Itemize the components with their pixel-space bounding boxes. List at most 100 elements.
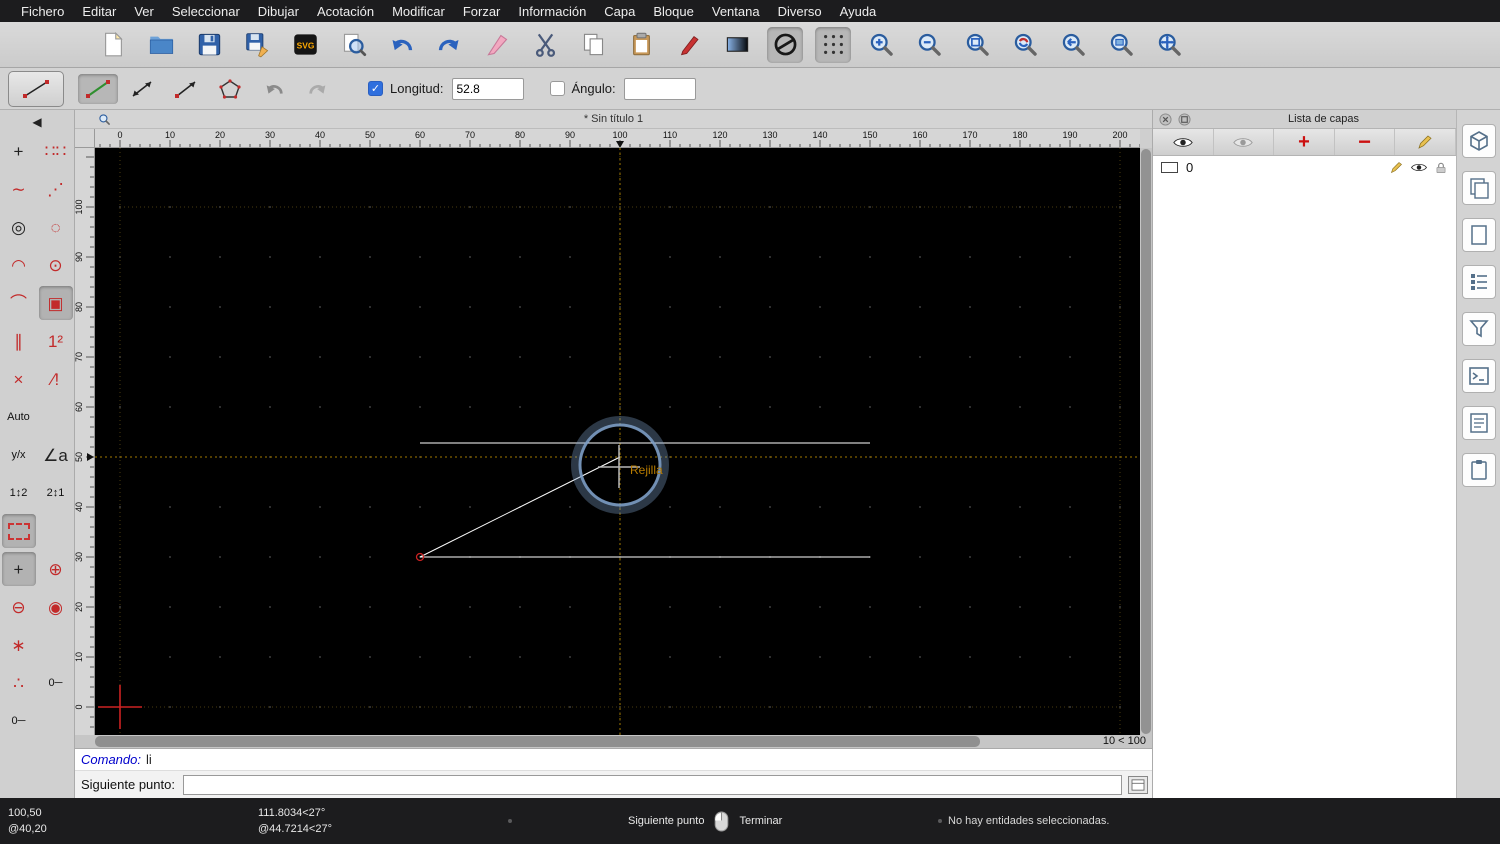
palette-collapse-button[interactable]: ◀ [0,110,74,134]
zoom-out-button[interactable] [911,27,947,63]
draw-arc-3p-button[interactable]: ◠ [2,248,36,282]
print-preview-button[interactable] [335,27,371,63]
draw-arc-tangent-button[interactable]: ⌒ [2,286,36,320]
modify-divide-button[interactable]: ∕! [39,362,73,396]
drawing-canvas[interactable]: Rejilla [95,148,1140,735]
menu-ventana[interactable]: Ventana [703,4,769,19]
add-layer-button[interactable]: + [1274,129,1335,155]
undo-segment-button[interactable] [254,74,294,104]
zoom-auto-button[interactable] [959,27,995,63]
command-input[interactable] [182,774,1122,795]
snap-endpoint-button[interactable]: ⊕ [39,552,73,586]
length-checkbox[interactable]: ✓ [368,81,383,96]
block-list-panel-button[interactable] [1461,124,1496,158]
draw-polyline-points-button[interactable]: ⋰ [39,172,73,206]
horizontal-scrollbar[interactable] [95,735,1085,748]
draw-point-grid-button[interactable]: ∷∷ [39,134,73,168]
layer-flag-checkbox[interactable] [1161,162,1178,173]
vertical-scrollbar[interactable] [1140,148,1152,735]
library-browser-panel-button[interactable] [1461,265,1496,299]
zoom-in-button[interactable] [863,27,899,63]
save-as-button[interactable] [239,27,275,63]
menu-información[interactable]: Información [509,4,595,19]
draw-point-button[interactable]: + [2,134,36,168]
snap-auto-button[interactable]: Auto [2,400,36,434]
document-panel-button[interactable] [1461,218,1496,252]
menu-forzar[interactable]: Forzar [454,4,510,19]
snap-center-button[interactable]: ◉ [39,590,73,624]
copy-button[interactable] [575,27,611,63]
redo-button[interactable] [431,27,467,63]
menu-seleccionar[interactable]: Seleccionar [163,4,249,19]
menu-ayuda[interactable]: Ayuda [831,4,886,19]
draw-hatch-button[interactable]: ∥ [2,324,36,358]
snap-distance-button[interactable]: ∴ [2,666,36,700]
zoom-window-button[interactable] [1103,27,1139,63]
selection-window-button[interactable] [1,514,36,548]
clipboard-panel-button[interactable] [1461,453,1496,487]
cut-button[interactable] [527,27,563,63]
redo-segment-button[interactable] [298,74,338,104]
new-file-button[interactable] [95,27,131,63]
coord-polar-button[interactable]: ∠a [39,438,73,472]
remove-layer-button[interactable]: − [1335,129,1396,155]
snap-on-entity-button[interactable]: ⊖ [2,590,36,624]
draft-mode-toggle[interactable] [767,26,803,63]
entity-attributes-button[interactable] [719,27,755,63]
horizontal-scroll-thumb[interactable] [95,736,980,747]
menu-diverso[interactable]: Diverso [769,4,831,19]
snap-grid-button[interactable]: + [1,552,36,586]
layer-list-panel-button[interactable] [1461,171,1496,205]
menu-bloque[interactable]: Bloque [644,4,702,19]
menu-capa[interactable]: Capa [595,4,644,19]
filter-panel-button[interactable] [1461,312,1496,346]
svg-export-button[interactable]: SVG [287,27,323,63]
grid-toggle[interactable] [815,26,851,63]
priority-2-1-button[interactable]: 2↕1 [39,476,73,510]
hide-all-layers-button[interactable] [1214,129,1275,155]
close-panel-button[interactable] [1159,112,1172,126]
layer-row[interactable]: 0 [1153,156,1456,179]
draw-spline-button[interactable]: ∼ [2,172,36,206]
command-dock-toggle-button[interactable] [1128,775,1148,794]
zoom-previous-button[interactable] [1055,27,1091,63]
length-input[interactable] [451,77,524,100]
edit-layer-button[interactable] [1395,129,1456,155]
angle-input[interactable] [623,77,696,100]
notes-panel-button[interactable] [1461,406,1496,440]
modify-trim-button[interactable]: × [2,362,36,396]
menu-dibujar[interactable]: Dibujar [249,4,308,19]
menu-modificar[interactable]: Modificar [383,4,454,19]
line-angle-button[interactable] [122,74,162,104]
save-button[interactable] [191,27,227,63]
line-2-points-button[interactable] [78,73,118,104]
line-ray-button[interactable] [166,74,206,104]
paste-button[interactable] [623,27,659,63]
pen-attributes-button[interactable] [671,27,707,63]
float-panel-button[interactable] [1178,112,1191,126]
open-file-button[interactable] [143,27,179,63]
draw-circle-center-button[interactable]: ⊙ [39,248,73,282]
coord-cartesian-button[interactable]: y/x [2,438,36,472]
restrict-vertical-button[interactable]: 0─ [2,704,36,738]
priority-1-2-button[interactable]: 1↕2 [2,476,36,510]
menu-editar[interactable]: Editar [73,4,125,19]
draw-circle-2p-button[interactable]: ◎ [2,210,36,244]
zoom-redraw-button[interactable] [1007,27,1043,63]
draw-circle-dashed-button[interactable]: ◌ [39,210,73,244]
show-all-layers-button[interactable] [1153,129,1214,155]
delete-entities-button[interactable] [479,27,515,63]
current-tool-indicator[interactable] [8,70,64,107]
snap-intersection-button[interactable]: ∗ [2,628,36,662]
menu-fichero[interactable]: Fichero [12,4,73,19]
restrict-horizontal-button[interactable]: 0─ [39,666,73,700]
menu-acotación[interactable]: Acotación [308,4,383,19]
draw-rect-points-button[interactable]: ▣ [38,286,73,320]
vertical-scroll-thumb[interactable] [1141,149,1151,734]
polygon-button[interactable] [210,74,250,104]
command-panel-button[interactable] [1461,359,1496,393]
layer-visibility-eye-icon[interactable] [1410,161,1428,174]
undo-button[interactable] [383,27,419,63]
draw-spline-points-button[interactable]: 1² [39,324,73,358]
layer-edit-pencil-icon[interactable] [1389,160,1404,175]
